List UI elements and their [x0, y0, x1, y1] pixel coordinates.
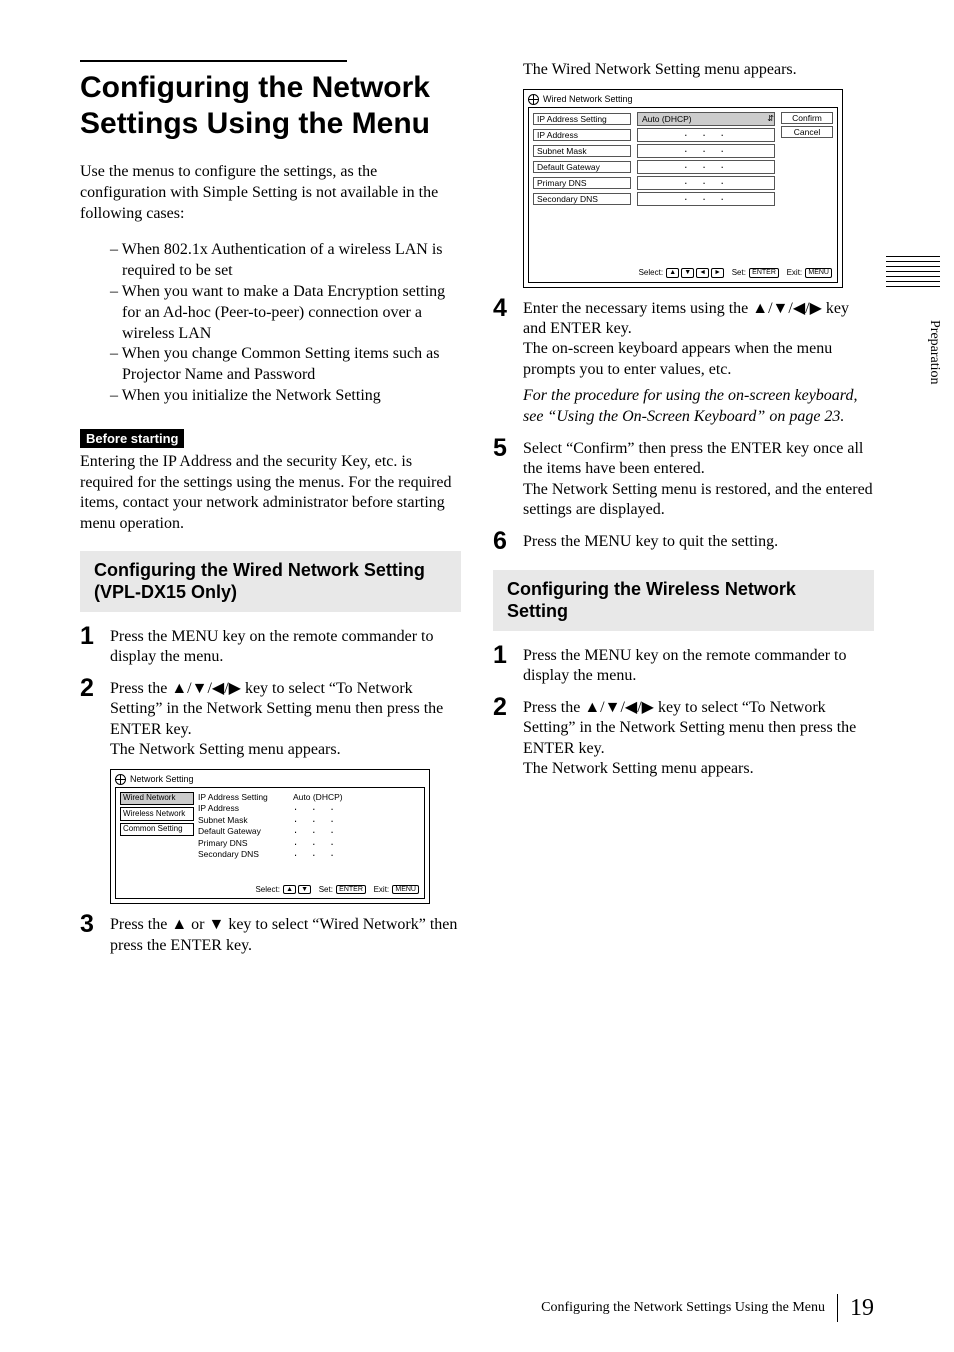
up-down-icon: ⇵: [767, 114, 774, 123]
menu2-row-value: . . .: [637, 160, 775, 174]
menu2-row-label: Primary DNS: [533, 177, 631, 189]
wired-step-3: Press the ▲ or ▼ key to select “Wired Ne…: [110, 912, 461, 956]
step-4-sub: The on-screen keyboard appears when the …: [523, 340, 832, 377]
globe-icon: [528, 94, 539, 105]
wireless-step-number-2: 2: [493, 695, 523, 720]
chapter-side-tab: Preparation: [926, 320, 942, 385]
arrow-down-icon: ▼: [298, 885, 311, 895]
step-number-5: 5: [493, 436, 523, 461]
step-4-note: For the procedure for using the on-scree…: [523, 386, 874, 428]
menu2-cancel-button: Cancel: [781, 126, 833, 138]
globe-icon: [115, 774, 126, 785]
step-5-sub: The Network Setting menu is restored, an…: [523, 481, 873, 518]
menu-key-icon: MENU: [392, 885, 419, 895]
menu2-row-label: Default Gateway: [533, 161, 631, 173]
wireless-step-2-sub: The Network Setting menu appears.: [523, 760, 754, 777]
arrow-down-icon: ▼: [681, 268, 694, 278]
wireless-step-number-1: 1: [493, 643, 523, 668]
intro-bullet-list: – When 802.1x Authentication of a wirele…: [80, 240, 461, 406]
menu1-field-label: IP Address: [198, 803, 293, 814]
side-tab-lines-icon: [886, 256, 940, 291]
menu2-confirm-button: Confirm: [781, 112, 833, 124]
arrow-right-icon: ►: [711, 268, 724, 278]
step-6-text: Press the MENU key to quit the setting.: [523, 529, 778, 552]
before-starting-badge: Before starting: [80, 429, 184, 448]
menu1-field-label: Secondary DNS: [198, 849, 293, 860]
list-item: – When you initialize the Network Settin…: [110, 386, 461, 407]
wired-step-2-sub: The Network Setting menu appears.: [110, 741, 341, 758]
enter-key-icon: ENTER: [336, 885, 366, 895]
menu2-row-label: Subnet Mask: [533, 145, 631, 157]
menu2-row-label: IP Address: [533, 129, 631, 141]
menu1-tab-wireless: Wireless Network: [120, 807, 194, 820]
menu2-row-value: . . .: [637, 128, 775, 142]
menu2-row-value: . . .: [637, 192, 775, 206]
menu1-title: Network Setting: [130, 774, 194, 784]
wired-heading-text: Configuring the Wired Network Setting (V…: [94, 559, 447, 604]
step-number-2: 2: [80, 676, 110, 701]
wireless-heading-text: Configuring the Wireless Network Setting: [507, 578, 860, 623]
menu2-row-value: . . .: [637, 144, 775, 158]
title-rule: [80, 60, 347, 62]
page-number: 19: [850, 1295, 874, 1322]
menu1-tab-common: Common Setting: [120, 823, 194, 836]
wired-step-2-text: Press the ▲/▼/◀/▶ key to select “To Netw…: [110, 680, 443, 738]
menu1-field-value: . . .: [293, 803, 420, 814]
arrow-up-icon: ▲: [283, 885, 296, 895]
menu2-row-value: . . .: [637, 176, 775, 190]
arrow-up-icon: ▲: [666, 268, 679, 278]
menu2-row-value-selected: Auto (DHCP)⇵: [637, 112, 775, 126]
wired-network-setting-menu-diagram: Wired Network Setting IP Address Setting…: [523, 89, 843, 288]
step-number-6: 6: [493, 529, 523, 554]
enter-key-icon: ENTER: [749, 268, 779, 278]
step-5-text: Select “Confirm” then press the ENTER ke…: [523, 440, 863, 477]
list-item: – When you change Common Setting items s…: [110, 344, 461, 386]
menu1-field-label: Subnet Mask: [198, 815, 293, 826]
menu2-footer: Select: ▲▼◄► Set: ENTER Exit: MENU: [533, 208, 833, 278]
wireless-section-heading: Configuring the Wireless Network Setting: [493, 570, 874, 631]
menu2-row-label: Secondary DNS: [533, 193, 631, 205]
menu1-field-value: Auto (DHCP): [293, 792, 343, 803]
menu1-field-value: . . .: [293, 838, 420, 849]
menu1-field-label: IP Address Setting: [198, 792, 293, 803]
step-4-text: Enter the necessary items using the ▲/▼/…: [523, 300, 849, 337]
intro-paragraph: Use the menus to configure the settings,…: [80, 162, 461, 224]
step-number-3: 3: [80, 912, 110, 937]
wireless-step-1: Press the MENU key on the remote command…: [523, 643, 874, 687]
menu1-field-value: . . .: [293, 826, 420, 837]
arrow-left-icon: ◄: [696, 268, 709, 278]
step-number-4: 4: [493, 296, 523, 321]
menu1-tab-wired: Wired Network: [120, 792, 194, 805]
menu2-title: Wired Network Setting: [543, 94, 633, 104]
list-item: – When 802.1x Authentication of a wirele…: [110, 240, 461, 282]
network-setting-menu-diagram: Network Setting Wired Network Wireless N…: [110, 769, 430, 905]
menu-key-icon: MENU: [805, 268, 832, 278]
footer-divider: [837, 1294, 838, 1322]
page-footer: Configuring the Network Settings Using t…: [0, 1294, 954, 1322]
menu1-field-label: Default Gateway: [198, 826, 293, 837]
footer-text: Configuring the Network Settings Using t…: [541, 1300, 825, 1316]
menu1-field-label: Primary DNS: [198, 838, 293, 849]
menu1-field-value: . . .: [293, 815, 420, 826]
menu1-field-value: . . .: [293, 849, 420, 860]
before-starting-text: Entering the IP Address and the security…: [80, 452, 461, 535]
list-item: – When you want to make a Data Encryptio…: [110, 282, 461, 344]
wireless-step-2-text: Press the ▲/▼/◀/▶ key to select “To Netw…: [523, 699, 856, 757]
wired-step-1: Press the MENU key on the remote command…: [110, 624, 461, 668]
step-number-1: 1: [80, 624, 110, 649]
menu1-footer: Select: ▲▼ Set: ENTER Exit: MENU: [120, 861, 420, 895]
menu2-row-label: IP Address Setting: [533, 113, 631, 125]
wired-menu-appears-text: The Wired Network Setting menu appears.: [523, 60, 874, 81]
wired-section-heading: Configuring the Wired Network Setting (V…: [80, 551, 461, 612]
page-title: Configuring the Network Settings Using t…: [80, 70, 461, 142]
